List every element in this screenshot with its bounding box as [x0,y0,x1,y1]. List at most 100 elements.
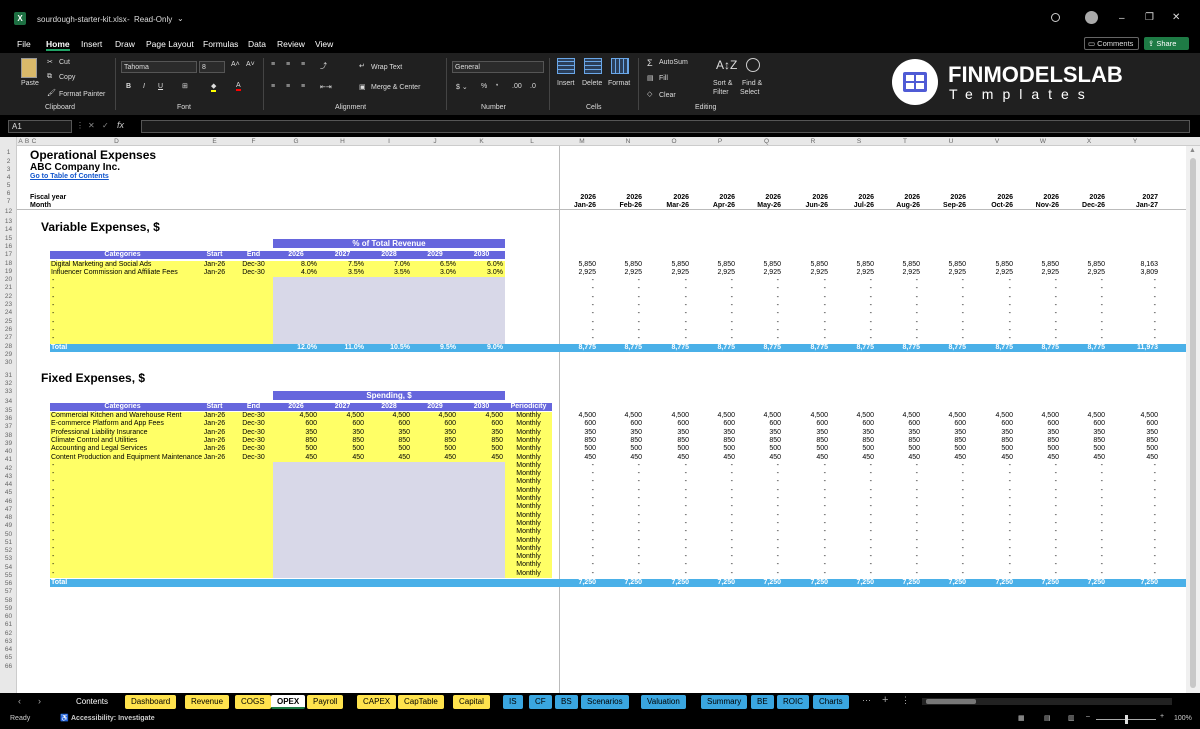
row-header-39[interactable]: 39 [0,440,17,448]
row-header-2[interactable]: 2 [0,158,17,166]
tab-charts[interactable]: Charts [813,695,849,709]
column-header-e[interactable]: E [195,137,234,146]
page-layout-view-icon[interactable]: ▤ [1044,714,1051,722]
decrease-decimal-icon[interactable]: .0 [530,83,536,90]
zoom-slider[interactable] [1096,715,1156,724]
column-header-h[interactable]: H [319,137,366,146]
add-sheet-icon[interactable]: + [882,694,888,706]
row-header-21[interactable]: 21 [0,284,17,292]
row-header-19[interactable]: 19 [0,268,17,276]
enter-icon[interactable]: ✓ [102,121,109,130]
sort-filter-button[interactable]: Sort & [713,80,732,87]
zoom-in-icon[interactable]: + [1160,713,1164,720]
italic-button[interactable]: I [143,83,145,90]
font-size-select[interactable]: 8 [199,61,225,73]
tab-dashboard[interactable]: Dashboard [125,695,177,709]
row-header-12[interactable]: 12 [0,208,17,216]
row-header-50[interactable]: 50 [0,531,17,539]
column-header-k[interactable]: K [458,137,505,146]
cancel-icon[interactable]: ✕ [88,121,95,130]
align-top-icon[interactable]: ≡ [271,61,275,68]
accessibility-status[interactable]: Accessibility: Investigate [71,715,155,722]
scissors-icon[interactable]: ✂ [47,58,53,66]
column-header-v[interactable]: V [974,137,1020,146]
menu-home[interactable]: Home [46,39,70,51]
row-header-52[interactable]: 52 [0,547,17,555]
row-header-49[interactable]: 49 [0,522,17,530]
column-header-c[interactable]: C [30,137,38,146]
tab-revenue[interactable]: Revenue [185,695,230,709]
more-tabs-icon[interactable]: ⋯ [862,695,871,706]
row-header-7[interactable]: 7 [0,198,17,206]
tab-roic[interactable]: ROIC [777,695,809,709]
fill-color-icon[interactable]: ◆ [211,82,217,92]
delete-cells-button[interactable]: Delete [582,80,602,87]
row-header-38[interactable]: 38 [0,432,17,440]
tab-opex[interactable]: OPEX [271,695,306,709]
row-header-59[interactable]: 59 [0,605,17,613]
spreadsheet-grid[interactable]: ABCDEFGHIJKLMNOPQRSTUVWXY 1 2 3 4 5 6 7 12 13 14 1… [0,137,1200,693]
row-header-65[interactable]: 65 [0,654,17,662]
row-header-27[interactable]: 27 [0,334,17,342]
zoom-out-icon[interactable]: – [1086,713,1090,720]
scroll-thumb[interactable] [1190,158,1196,688]
find-select-icon[interactable] [746,58,760,72]
column-header-l[interactable]: L [505,137,559,146]
row-header-47[interactable]: 47 [0,506,17,514]
sort-filter-icon[interactable]: A↕Z [716,58,737,72]
paste-button[interactable]: Paste [21,80,39,87]
column-header-y[interactable]: Y [1112,137,1158,146]
row-header-18[interactable]: 18 [0,260,17,268]
number-format-select[interactable]: General [452,61,544,73]
row-header-22[interactable]: 22 [0,293,17,301]
formula-input[interactable] [141,120,1190,133]
merge-icon[interactable]: ▣ [359,83,366,91]
row-header-41[interactable]: 41 [0,456,17,464]
eraser-icon[interactable]: ◇ [647,90,652,98]
font-name-select[interactable]: Tahoma [121,61,197,73]
column-header-o[interactable]: O [651,137,697,146]
column-header-r[interactable]: R [790,137,836,146]
row-header-40[interactable]: 40 [0,448,17,456]
column-header-d[interactable]: D [38,137,195,146]
menu-file[interactable]: File [17,39,31,49]
row-header-5[interactable]: 5 [0,182,17,190]
column-header-x[interactable]: X [1066,137,1112,146]
format-painter-button[interactable]: Format Painter [59,91,105,98]
row-header-17[interactable]: 17 [0,251,17,259]
tab-is[interactable]: IS [503,695,523,709]
row-header-66[interactable]: 66 [0,663,17,671]
vertical-scrollbar[interactable]: ▲ [1186,146,1200,693]
tab-cf[interactable]: CF [529,695,552,709]
currency-icon[interactable]: $ ⌄ [456,83,468,91]
toc-link[interactable]: Go to Table of Contents [30,173,109,181]
align-center-icon[interactable]: ≡ [286,83,290,90]
row-header-29[interactable]: 29 [0,351,17,359]
menu-page-layout[interactable]: Page Layout [146,39,194,49]
row-header-33[interactable]: 33 [0,388,17,396]
tab-cogs[interactable]: COGS [235,695,271,709]
tab-captable[interactable]: CapTable [398,695,444,709]
row-header-34[interactable]: 34 [0,398,17,406]
tab-options-icon[interactable]: ⋮ [901,695,910,706]
copy-button[interactable]: Copy [59,74,75,81]
menu-formulas[interactable]: Formulas [203,39,238,49]
row-header-37[interactable]: 37 [0,423,17,431]
row-header-45[interactable]: 45 [0,489,17,497]
row-header-57[interactable]: 57 [0,588,17,596]
column-header-f[interactable]: F [234,137,273,146]
column-header-j[interactable]: J [412,137,458,146]
column-header-a[interactable]: A [17,137,24,146]
percent-icon[interactable]: % [481,83,487,90]
copy-icon[interactable]: ⧉ [47,73,52,81]
column-header-t[interactable]: T [882,137,928,146]
wrap-text-button[interactable]: Wrap Text [371,64,402,71]
chevron-down-icon[interactable]: ⌄ [177,14,184,23]
column-header-q[interactable]: Q [743,137,790,146]
align-left-icon[interactable]: ≡ [271,83,275,90]
row-header-3[interactable]: 3 [0,166,17,174]
zoom-level[interactable]: 100% [1174,715,1192,722]
column-header-g[interactable]: G [273,137,319,146]
align-right-icon[interactable]: ≡ [301,83,305,90]
row-header-24[interactable]: 24 [0,309,17,317]
